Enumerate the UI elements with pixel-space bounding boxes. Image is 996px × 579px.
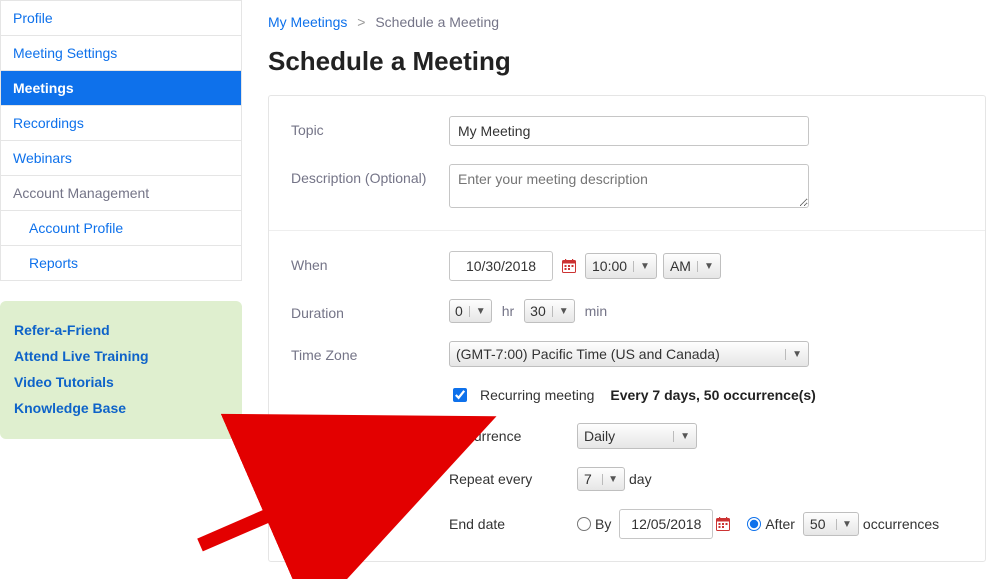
promo-refer-a-friend[interactable]: Refer-a-Friend [14, 317, 228, 343]
timezone-select[interactable]: (GMT-7:00) Pacific Time (US and Canada) … [449, 341, 809, 367]
repeat-every-select[interactable]: 7 ▼ [577, 467, 625, 491]
promo-video-tutorials[interactable]: Video Tutorials [14, 369, 228, 395]
when-hour-value: 10:00 [592, 258, 627, 274]
when-hour-select[interactable]: 10:00 ▼ [585, 253, 657, 279]
chevron-down-icon: ▼ [602, 474, 618, 485]
sidebar-item-webinars[interactable]: Webinars [1, 140, 241, 175]
when-date-input[interactable] [449, 251, 553, 281]
sidebar-item-meetings[interactable]: Meetings [1, 70, 241, 105]
page-title: Schedule a Meeting [268, 46, 996, 77]
chevron-down-icon: ▼ [785, 349, 802, 360]
end-by-label: By [595, 516, 611, 532]
label-topic: Topic [291, 116, 449, 138]
label-duration: Duration [291, 299, 449, 321]
label-recurrence: Recurrence [449, 428, 577, 444]
sidebar-item-recordings[interactable]: Recordings [1, 105, 241, 140]
schedule-panel: Topic Description (Optional) When [268, 95, 986, 562]
description-textarea[interactable] [449, 164, 809, 208]
breadcrumb-my-meetings[interactable]: My Meetings [268, 14, 347, 30]
chevron-down-icon: ▼ [552, 306, 569, 317]
sidebar-item-profile[interactable]: Profile [1, 0, 241, 35]
end-by-date-input[interactable] [619, 509, 713, 539]
duration-hours-select[interactable]: 0 ▼ [449, 299, 492, 323]
label-min: min [585, 303, 608, 319]
recurrence-value: Daily [584, 428, 615, 444]
end-after-radio[interactable] [747, 517, 761, 531]
recurring-label: Recurring meeting [480, 387, 594, 403]
end-by-radio[interactable] [577, 517, 591, 531]
label-repeat-every: Repeat every [449, 471, 577, 487]
calendar-icon[interactable] [713, 514, 733, 534]
chevron-down-icon: ▼ [469, 306, 486, 317]
breadcrumb-current: Schedule a Meeting [375, 14, 499, 30]
end-after-select[interactable]: 50 ▼ [803, 512, 859, 536]
label-description: Description (Optional) [291, 164, 449, 186]
timezone-value: (GMT-7:00) Pacific Time (US and Canada) [456, 346, 720, 362]
duration-minutes-value: 30 [530, 303, 546, 319]
calendar-icon[interactable] [559, 256, 579, 276]
sidebar-item-account-profile[interactable]: Account Profile [1, 210, 241, 245]
recurring-checkbox[interactable] [453, 388, 467, 402]
breadcrumb: My Meetings > Schedule a Meeting [268, 0, 996, 38]
topic-input[interactable] [449, 116, 809, 146]
when-ampm-value: AM [670, 258, 691, 274]
end-after-label: After [765, 516, 795, 532]
label-when: When [291, 251, 449, 273]
label-hr: hr [502, 303, 514, 319]
promo-attend-live-training[interactable]: Attend Live Training [14, 343, 228, 369]
label-occurrences: occurrences [863, 516, 939, 532]
sidebar-nav: Profile Meeting Settings Meetings Record… [0, 0, 242, 281]
recurring-summary: Every 7 days, 50 occurrence(s) [610, 387, 815, 403]
chevron-down-icon: ▼ [697, 261, 714, 272]
promo-knowledge-base[interactable]: Knowledge Base [14, 395, 228, 421]
label-end-date: End date [449, 516, 577, 532]
end-after-value: 50 [810, 516, 826, 532]
promo-box: Refer-a-Friend Attend Live Training Vide… [0, 301, 242, 439]
label-repeat-unit: day [629, 471, 652, 487]
when-ampm-select[interactable]: AM ▼ [663, 253, 721, 279]
recurrence-select[interactable]: Daily ▼ [577, 423, 697, 449]
sidebar-item-reports[interactable]: Reports [1, 245, 241, 280]
chevron-down-icon: ▼ [673, 431, 690, 442]
sidebar-item-meeting-settings[interactable]: Meeting Settings [1, 35, 241, 70]
chevron-down-icon: ▼ [633, 261, 650, 272]
duration-hours-value: 0 [455, 303, 463, 319]
label-timezone: Time Zone [291, 341, 449, 363]
repeat-every-value: 7 [584, 471, 592, 487]
breadcrumb-separator: > [357, 14, 365, 30]
sidebar-section-account: Account Management [1, 175, 241, 210]
chevron-down-icon: ▼ [836, 519, 852, 530]
duration-minutes-select[interactable]: 30 ▼ [524, 299, 574, 323]
